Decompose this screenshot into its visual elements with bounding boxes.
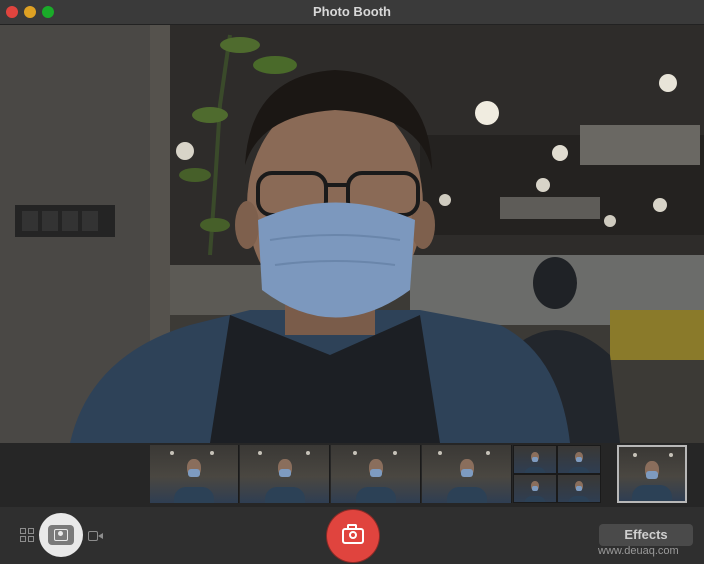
filmstrip-thumbnail[interactable]	[422, 445, 512, 503]
photo-booth-window: Photo Booth Effects www.deuaq.com	[0, 0, 704, 564]
single-photo-icon	[48, 525, 74, 545]
filmstrip-thumbnail[interactable]	[240, 445, 330, 503]
camera-preview	[0, 25, 704, 443]
four-up-frame	[557, 474, 601, 503]
four-up-frame	[557, 445, 601, 474]
effects-button[interactable]: Effects	[599, 524, 693, 546]
filmstrip-thumbnail-selected[interactable]	[617, 445, 687, 503]
photo-filmstrip[interactable]	[0, 443, 704, 507]
camera-feed-image	[0, 25, 704, 443]
four-up-frame	[513, 445, 557, 474]
four-up-grid-icon[interactable]	[20, 528, 36, 544]
title-bar: Photo Booth	[0, 0, 704, 25]
four-up-frame	[513, 474, 557, 503]
filmstrip-thumbnail[interactable]	[331, 445, 421, 503]
take-photo-button[interactable]	[327, 510, 379, 562]
window-title: Photo Booth	[313, 4, 391, 19]
filmstrip-thumbnail[interactable]	[150, 445, 239, 503]
video-camera-icon[interactable]	[88, 529, 104, 543]
single-photo-mode-button[interactable]	[39, 513, 83, 557]
watermark: www.deuaq.com	[598, 545, 679, 557]
